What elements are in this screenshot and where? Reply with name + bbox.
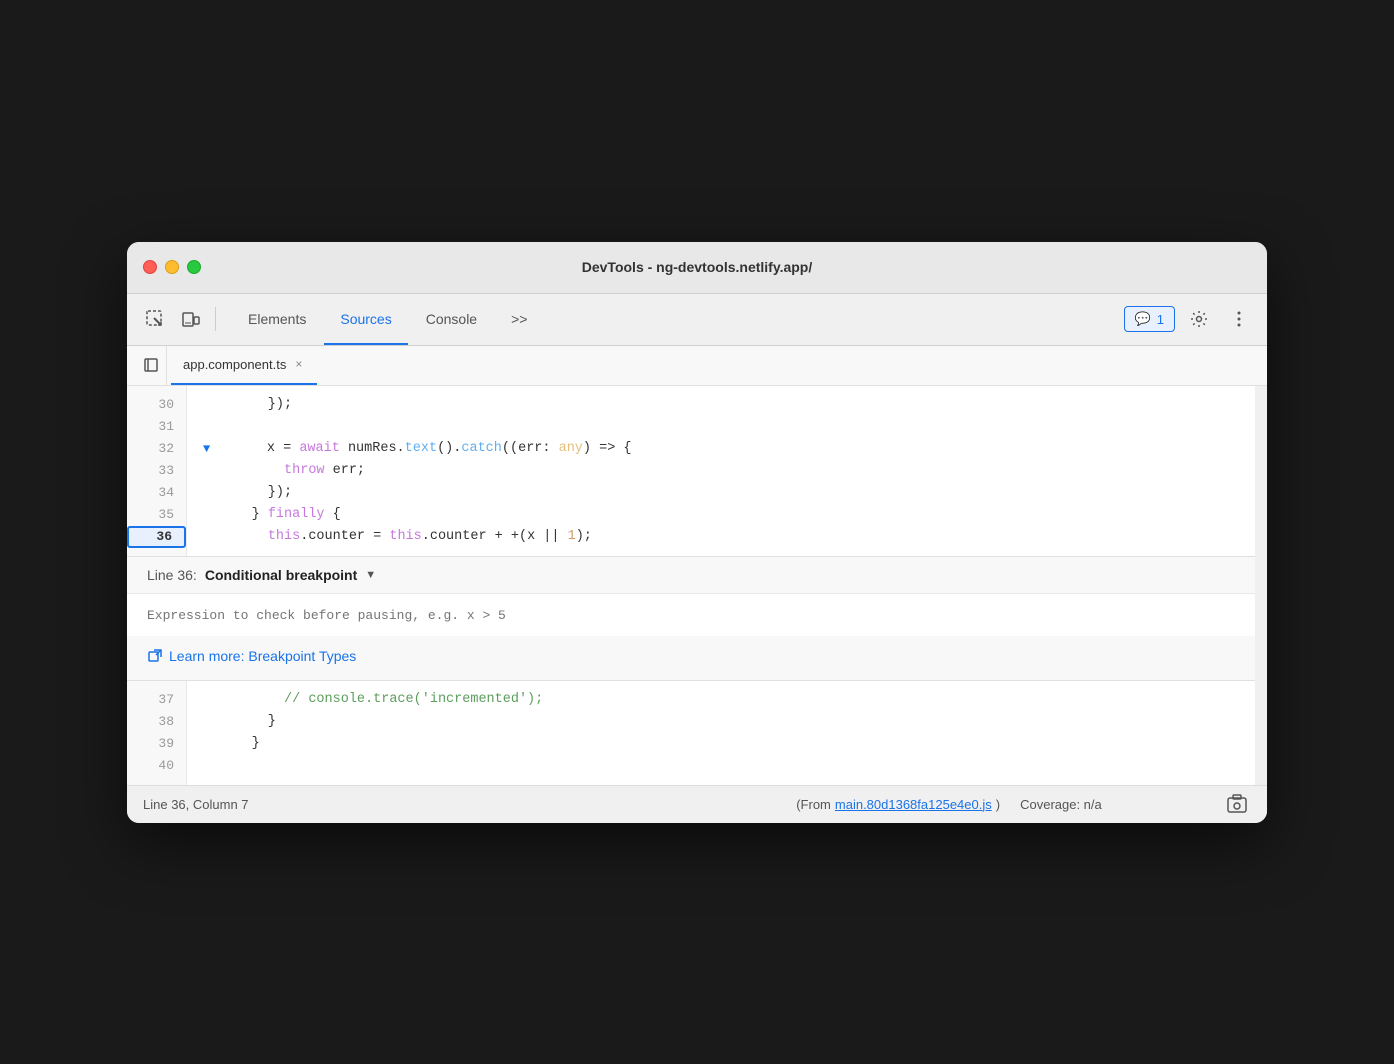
line-num-38: 38	[127, 711, 186, 733]
code-container: 30 31 32 33 34 35 36 }); ▼	[127, 386, 1267, 556]
breakpoint-line-label: Line 36:	[147, 567, 197, 583]
tab-navigation: Elements Sources Console >>	[232, 293, 543, 345]
tab-elements[interactable]: Elements	[232, 293, 322, 345]
source-file-link[interactable]: main.80d1368fa125e4e0.js	[835, 797, 992, 812]
external-link-icon	[147, 648, 163, 664]
code-line-40	[203, 755, 1267, 777]
line-num-30: 30	[127, 394, 186, 416]
code-line-31	[203, 416, 1267, 438]
line-num-34: 34	[127, 482, 186, 504]
more-options-icon[interactable]	[1223, 303, 1255, 335]
file-tab-app-component[interactable]: app.component.ts ×	[171, 346, 317, 385]
line-num-36[interactable]: 36	[127, 526, 186, 548]
code-lines-after: // console.trace('incremented'); } }	[187, 681, 1267, 785]
tab-more[interactable]: >>	[495, 293, 543, 345]
minimize-button[interactable]	[165, 260, 179, 274]
line-numbers: 30 31 32 33 34 35 36	[127, 386, 187, 556]
main-toolbar: Elements Sources Console >> 💬 1	[127, 294, 1267, 346]
breakpoint-popup: Line 36: Conditional breakpoint ▼ L	[127, 556, 1267, 681]
breakpoint-expression-input[interactable]	[147, 608, 1247, 623]
window-title: DevTools - ng-devtools.netlify.app/	[582, 259, 813, 275]
line-numbers-after: 37 38 39 40	[127, 681, 187, 785]
file-tab-name: app.component.ts	[183, 357, 286, 372]
line-num-35: 35	[127, 504, 186, 526]
sidebar-toggle-icon[interactable]	[135, 346, 167, 385]
titlebar: DevTools - ng-devtools.netlify.app/	[127, 242, 1267, 294]
code-line-32: ▼ x = await numRes. text (). catch (( er…	[203, 438, 1267, 460]
line-num-39: 39	[127, 733, 186, 755]
settings-icon[interactable]	[1183, 303, 1215, 335]
source-file-info: (From main.80d1368fa125e4e0.js ) Coverag…	[683, 797, 1215, 812]
breakpoint-type-dropdown[interactable]: ▼	[365, 569, 376, 581]
toolbar-right: 💬 1	[1124, 303, 1255, 335]
learn-more-text: Learn more: Breakpoint Types	[169, 648, 356, 664]
code-container-after: 37 38 39 40 // console.trace('incremente…	[127, 681, 1267, 785]
breakpoint-link-area: Learn more: Breakpoint Types	[127, 636, 1267, 680]
code-line-35: } finally {	[203, 504, 1267, 526]
breakpoint-type: Conditional breakpoint	[205, 567, 357, 583]
code-line-36: this .counter = this .counter + +(x || 1…	[203, 526, 1267, 548]
line-num-32: 32	[127, 438, 186, 460]
toolbar-divider-1	[215, 307, 216, 331]
code-line-33: throw err;	[203, 460, 1267, 482]
line-num-37: 37	[127, 689, 186, 711]
traffic-lights	[143, 260, 201, 274]
tab-sources[interactable]: Sources	[324, 293, 407, 345]
line-num-31: 31	[127, 416, 186, 438]
file-tab-close[interactable]: ×	[292, 356, 305, 372]
statusbar: Line 36, Column 7 (From main.80d1368fa12…	[127, 785, 1267, 823]
devtools-window: DevTools - ng-devtools.netlify.app/ Elem…	[127, 242, 1267, 823]
file-tabbar: app.component.ts ×	[127, 346, 1267, 386]
maximize-button[interactable]	[187, 260, 201, 274]
line-num-40: 40	[127, 755, 186, 777]
from-close: )	[996, 797, 1000, 812]
learn-more-link[interactable]: Learn more: Breakpoint Types	[147, 648, 1247, 664]
fold-arrow-32[interactable]: ▼	[203, 438, 210, 460]
breakpoint-header: Line 36: Conditional breakpoint ▼	[127, 557, 1267, 594]
from-label: (From	[796, 797, 831, 812]
code-line-34: });	[203, 482, 1267, 504]
code-lines: }); ▼ x = await numRes. text (). catch (…	[187, 386, 1267, 556]
editor-area: 30 31 32 33 34 35 36 }); ▼	[127, 386, 1267, 785]
cursor-position: Line 36, Column 7	[143, 797, 675, 812]
tab-console[interactable]: Console	[410, 293, 493, 345]
console-messages-badge[interactable]: 💬 1	[1124, 306, 1175, 332]
code-line-30: });	[203, 394, 1267, 416]
line-num-33: 33	[127, 460, 186, 482]
breakpoint-input-area	[127, 594, 1267, 636]
code-line-37: // console.trace('incremented');	[203, 689, 1267, 711]
code-line-39: }	[203, 733, 1267, 755]
device-toggle-icon[interactable]	[175, 303, 207, 335]
code-line-38: }	[203, 711, 1267, 733]
chat-icon: 💬	[1135, 311, 1151, 327]
screenshot-icon[interactable]	[1223, 790, 1251, 818]
inspect-element-icon[interactable]	[139, 303, 171, 335]
scrollbar-track-after	[1255, 386, 1267, 785]
coverage-label: Coverage: n/a	[1020, 797, 1102, 812]
close-button[interactable]	[143, 260, 157, 274]
badge-count: 1	[1157, 312, 1164, 327]
